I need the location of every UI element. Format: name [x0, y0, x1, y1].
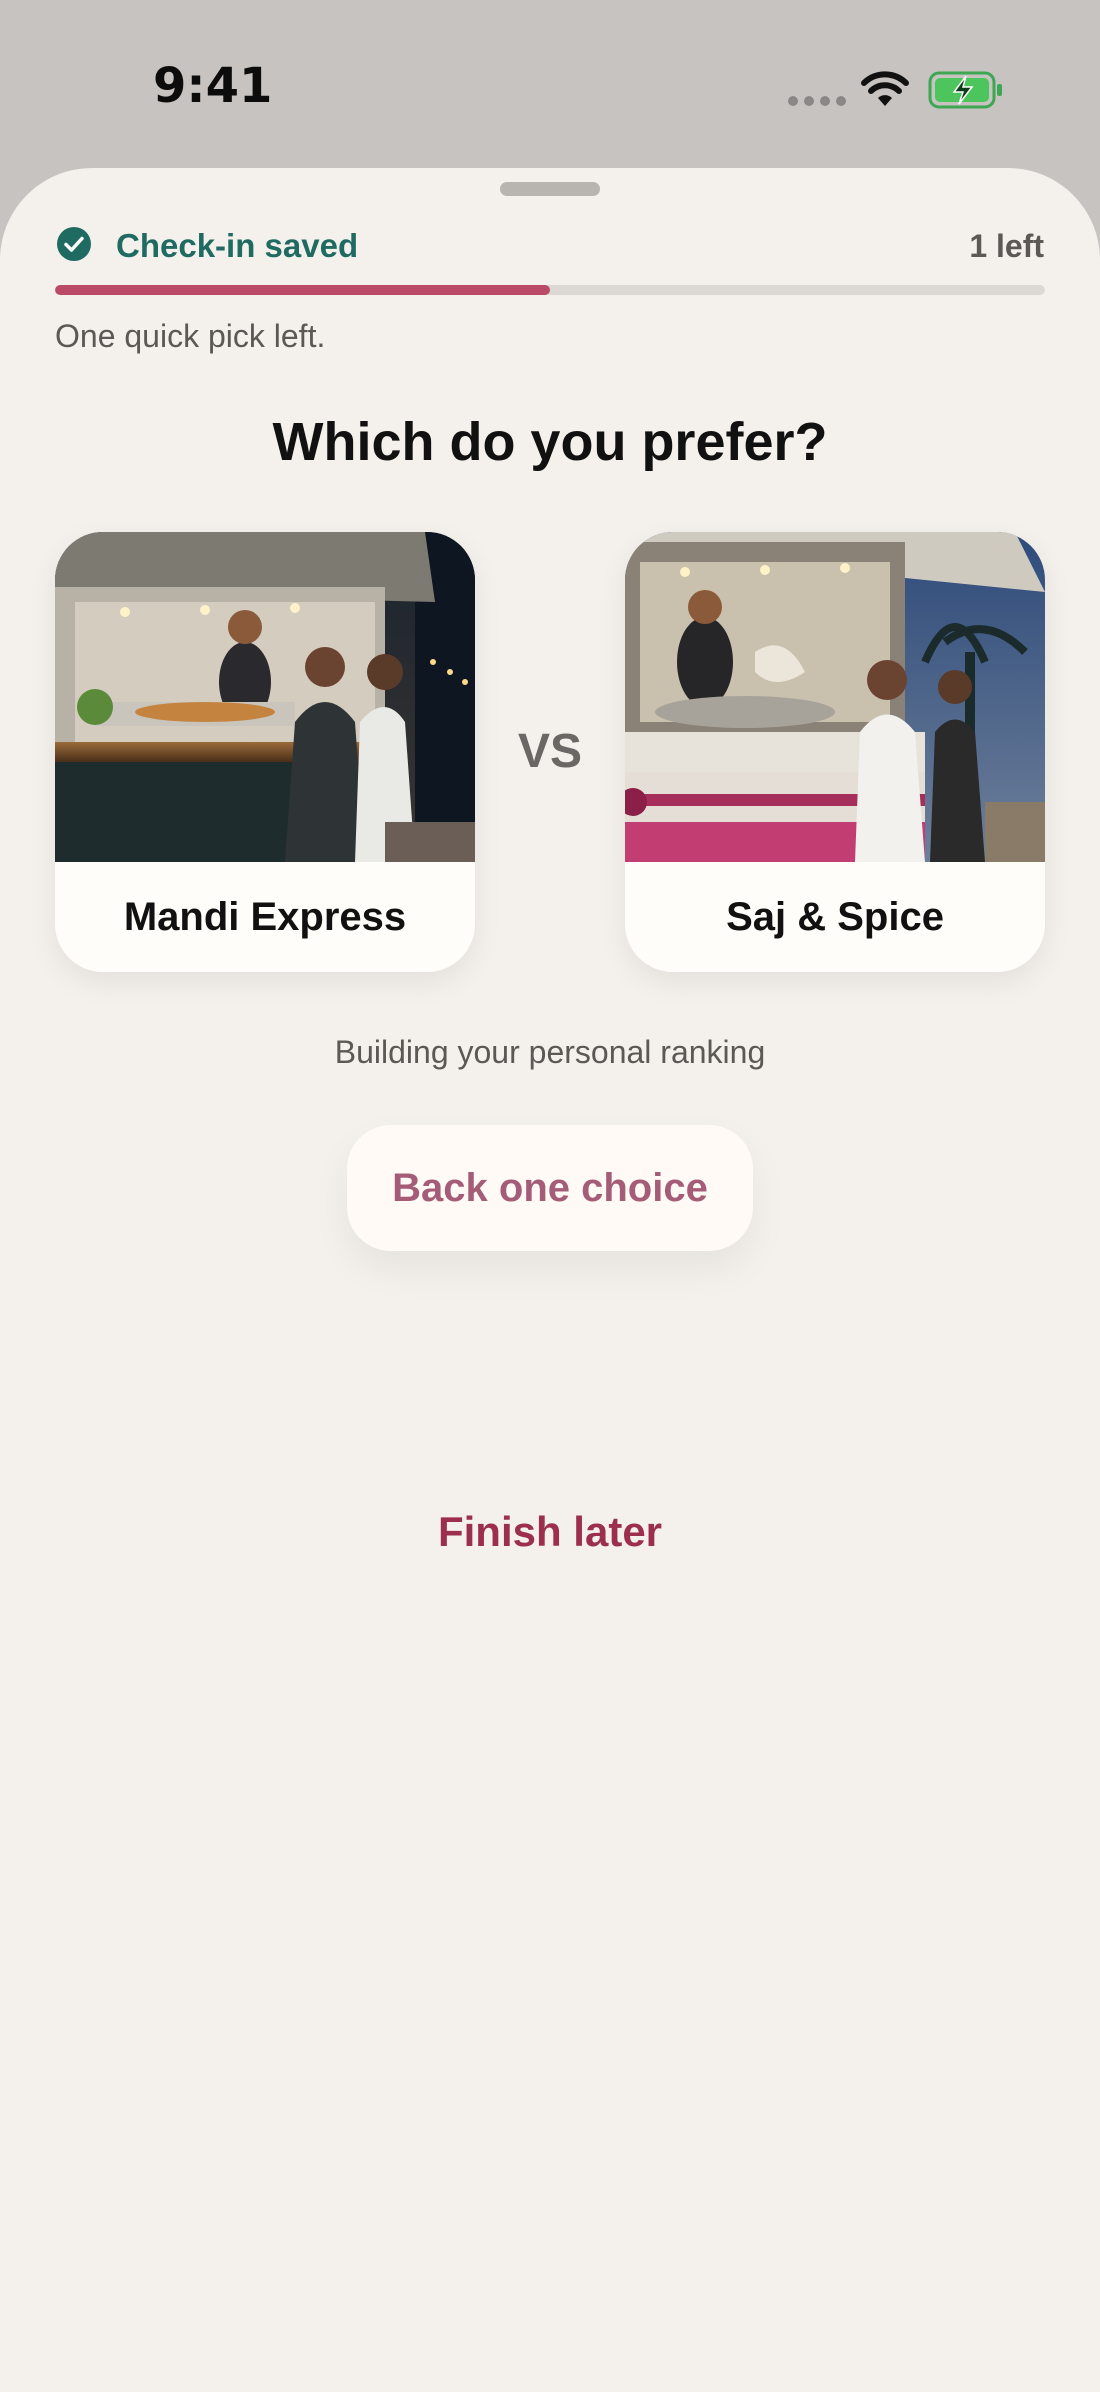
status-bar: 9:41: [0, 0, 1100, 170]
question-title: Which do you prefer?: [272, 412, 828, 472]
checkin-status: Check-in saved: [116, 227, 359, 264]
sheet-grabber[interactable]: [500, 182, 600, 196]
option-name: Saj & Spice: [726, 894, 944, 939]
option-name: Mandi Express: [123, 894, 407, 939]
food-truck-photo: [55, 532, 475, 862]
bottom-sheet: Check-in saved 1 left One quick pick lef…: [0, 168, 1100, 2392]
food-truck-photo: [625, 532, 1045, 862]
ranking-note: Building your personal ranking: [334, 1034, 766, 1070]
status-time: 9:41: [153, 58, 273, 114]
vs-label: VS: [517, 725, 583, 778]
battery-charging-icon: [928, 71, 1002, 109]
remaining-count: 1 left: [969, 228, 1044, 264]
finish-later-link[interactable]: Finish later: [0, 1508, 1100, 1556]
cellular-signal-icon: [788, 96, 846, 106]
back-one-choice-button[interactable]: Back one choice: [347, 1125, 753, 1251]
wifi-icon: [861, 71, 909, 106]
progress-fill: [55, 285, 550, 295]
option-card-saj-spice[interactable]: Saj & Spice: [625, 532, 1045, 972]
progress-bar: [55, 285, 1045, 295]
progress-note: One quick pick left.: [55, 318, 326, 354]
option-card-mandi-express[interactable]: Mandi Express: [55, 532, 475, 972]
check-circle-icon: [57, 227, 91, 261]
